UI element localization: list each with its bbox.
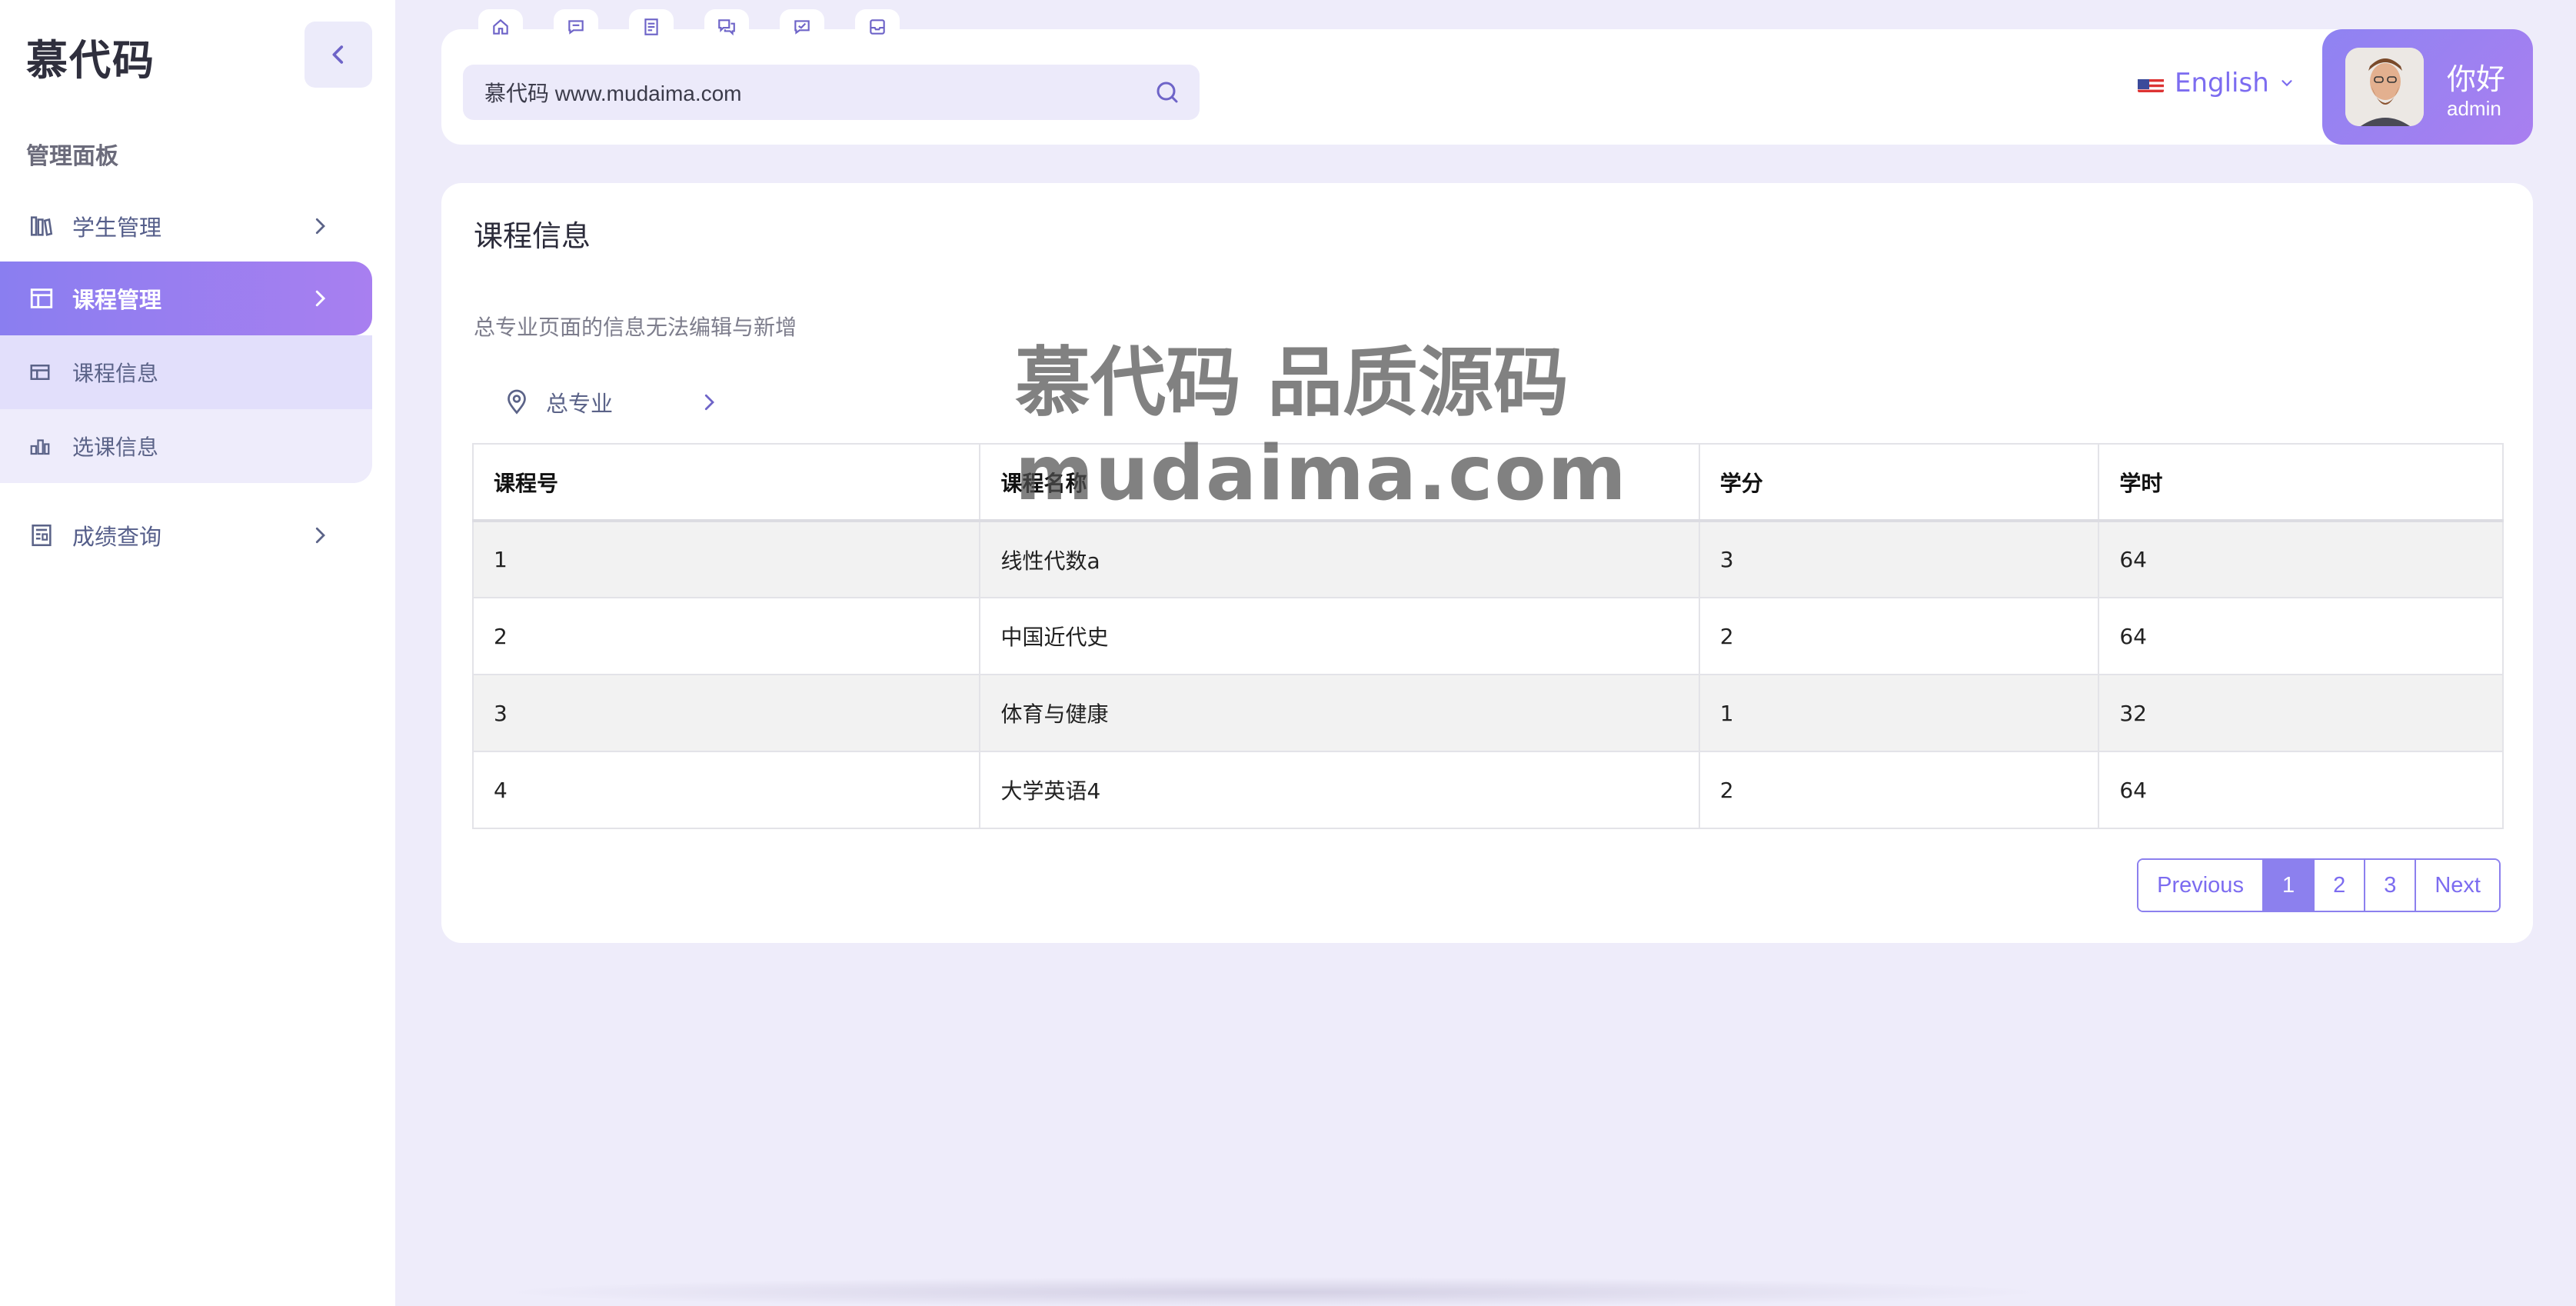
cell-credits: 2 bbox=[1698, 597, 2100, 675]
collapse-sidebar-button[interactable] bbox=[305, 22, 372, 88]
bar-chart-icon bbox=[26, 432, 54, 460]
column-header: 课程号 bbox=[471, 443, 981, 522]
table-row[interactable]: 1 线性代数a 3 64 bbox=[471, 520, 2504, 598]
cell-hours: 64 bbox=[2098, 751, 2504, 829]
language-selector[interactable]: English bbox=[2138, 68, 2295, 98]
cell-course-name: 体育与健康 bbox=[979, 674, 1700, 752]
search-bar bbox=[463, 65, 1200, 120]
chevron-left-icon bbox=[332, 45, 344, 64]
course-info-card: 课程信息 总专业页面的信息无法编辑与新增 总专业 课程号 课程名称 学分 学时 … bbox=[441, 183, 2533, 943]
check-message-icon bbox=[794, 20, 810, 35]
sidebar-item-label: 学生管理 bbox=[72, 215, 162, 241]
notice-text: 总专业页面的信息无法编辑与新增 bbox=[474, 315, 797, 340]
cell-course-id: 4 bbox=[471, 751, 981, 829]
cell-credits: 3 bbox=[1698, 520, 2100, 598]
quick-tab-inbox[interactable] bbox=[855, 9, 900, 45]
sidebar-subitem-selection-info[interactable]: 选课信息 bbox=[0, 409, 372, 483]
sidebar-item-label: 课程管理 bbox=[72, 287, 162, 313]
brand-logo-text: 慕代码 bbox=[26, 36, 155, 85]
search-input[interactable] bbox=[484, 80, 1115, 105]
chat-icon bbox=[718, 19, 735, 36]
major-label: 总专业 bbox=[546, 391, 614, 417]
table-header-row: 课程号 课程名称 学分 学时 bbox=[471, 443, 2504, 522]
major-selector[interactable]: 总专业 bbox=[503, 386, 721, 418]
cell-course-id: 3 bbox=[471, 674, 981, 752]
pagination-page-2[interactable]: 2 bbox=[2315, 860, 2366, 911]
cell-course-id: 2 bbox=[471, 597, 981, 675]
sidebar-subitem-label: 课程信息 bbox=[72, 361, 159, 386]
column-header: 学分 bbox=[1698, 443, 2100, 522]
avatar bbox=[2345, 48, 2424, 126]
pagination-page-3[interactable]: 3 bbox=[2365, 860, 2417, 911]
pagination-previous-button[interactable]: Previous bbox=[2138, 860, 2264, 911]
report-icon bbox=[26, 520, 57, 551]
cell-hours: 64 bbox=[2098, 597, 2504, 675]
chevron-down-icon bbox=[2278, 75, 2295, 92]
cell-credits: 2 bbox=[1698, 751, 2100, 829]
search-icon[interactable] bbox=[1153, 78, 1181, 106]
username-text: admin bbox=[2447, 97, 2501, 120]
quick-tab-check-message[interactable] bbox=[780, 9, 824, 45]
grid-table-icon bbox=[26, 358, 54, 386]
us-flag-icon bbox=[2138, 74, 2164, 92]
inbox-icon bbox=[870, 19, 885, 35]
chevron-right-icon bbox=[306, 285, 334, 312]
sidebar-item-student-management[interactable]: 学生管理 bbox=[0, 189, 372, 263]
quick-tab-home[interactable] bbox=[478, 9, 523, 45]
home-icon bbox=[493, 18, 508, 35]
pagination-page-1[interactable]: 1 bbox=[2263, 860, 2315, 911]
chevron-right-icon bbox=[306, 212, 334, 240]
cell-course-name: 大学英语4 bbox=[979, 751, 1700, 829]
pagination: Previous 1 2 3 Next bbox=[2137, 858, 2501, 912]
cell-course-id: 1 bbox=[471, 520, 981, 598]
table-row[interactable]: 2 中国近代史 2 64 bbox=[471, 597, 2504, 675]
user-profile-card[interactable]: 你好 admin bbox=[2322, 29, 2533, 145]
chevron-right-icon bbox=[306, 521, 334, 549]
pagination-next-button[interactable]: Next bbox=[2416, 860, 2499, 911]
sidebar-item-label: 成绩查询 bbox=[72, 524, 162, 550]
bottom-shadow bbox=[492, 1277, 2053, 1306]
quick-tab-bar bbox=[478, 9, 900, 45]
table-row[interactable]: 4 大学英语4 2 64 bbox=[471, 751, 2504, 829]
greeting-text: 你好 bbox=[2447, 62, 2506, 96]
course-submenu: 课程信息 选课信息 bbox=[0, 335, 372, 483]
cell-credits: 1 bbox=[1698, 674, 2100, 752]
document-icon bbox=[644, 18, 658, 35]
quick-tab-chat[interactable] bbox=[704, 9, 749, 45]
quick-tab-message[interactable] bbox=[554, 9, 598, 45]
page-title: 课程信息 bbox=[474, 219, 591, 253]
course-table: 课程号 课程名称 学分 学时 1 线性代数a 3 64 2 中国近代史 2 64… bbox=[471, 443, 2504, 829]
cell-course-name: 中国近代史 bbox=[979, 597, 1700, 675]
column-header: 学时 bbox=[2098, 443, 2504, 522]
sidebar-item-grade-query[interactable]: 成绩查询 bbox=[0, 498, 372, 572]
location-pin-icon bbox=[508, 389, 526, 415]
grid-table-icon bbox=[26, 283, 57, 314]
cell-hours: 64 bbox=[2098, 520, 2504, 598]
quick-tab-document[interactable] bbox=[629, 9, 674, 45]
column-header: 课程名称 bbox=[979, 443, 1700, 522]
sidebar-subitem-label: 选课信息 bbox=[72, 435, 159, 460]
sidebar: 慕代码 管理面板 学生管理 课程管理 课程信息 选课信息 成绩查询 bbox=[0, 0, 395, 1306]
cell-hours: 32 bbox=[2098, 674, 2504, 752]
sidebar-item-course-management[interactable]: 课程管理 bbox=[0, 262, 372, 335]
table-row[interactable]: 3 体育与健康 1 32 bbox=[471, 674, 2504, 752]
sidebar-subitem-course-info[interactable]: 课程信息 bbox=[0, 335, 372, 409]
message-icon bbox=[568, 20, 584, 35]
chevron-right-icon bbox=[704, 394, 714, 411]
language-label: English bbox=[2175, 68, 2269, 98]
cell-course-name: 线性代数a bbox=[979, 520, 1700, 598]
section-label: 管理面板 bbox=[26, 143, 118, 170]
bookshelf-icon bbox=[26, 211, 57, 242]
